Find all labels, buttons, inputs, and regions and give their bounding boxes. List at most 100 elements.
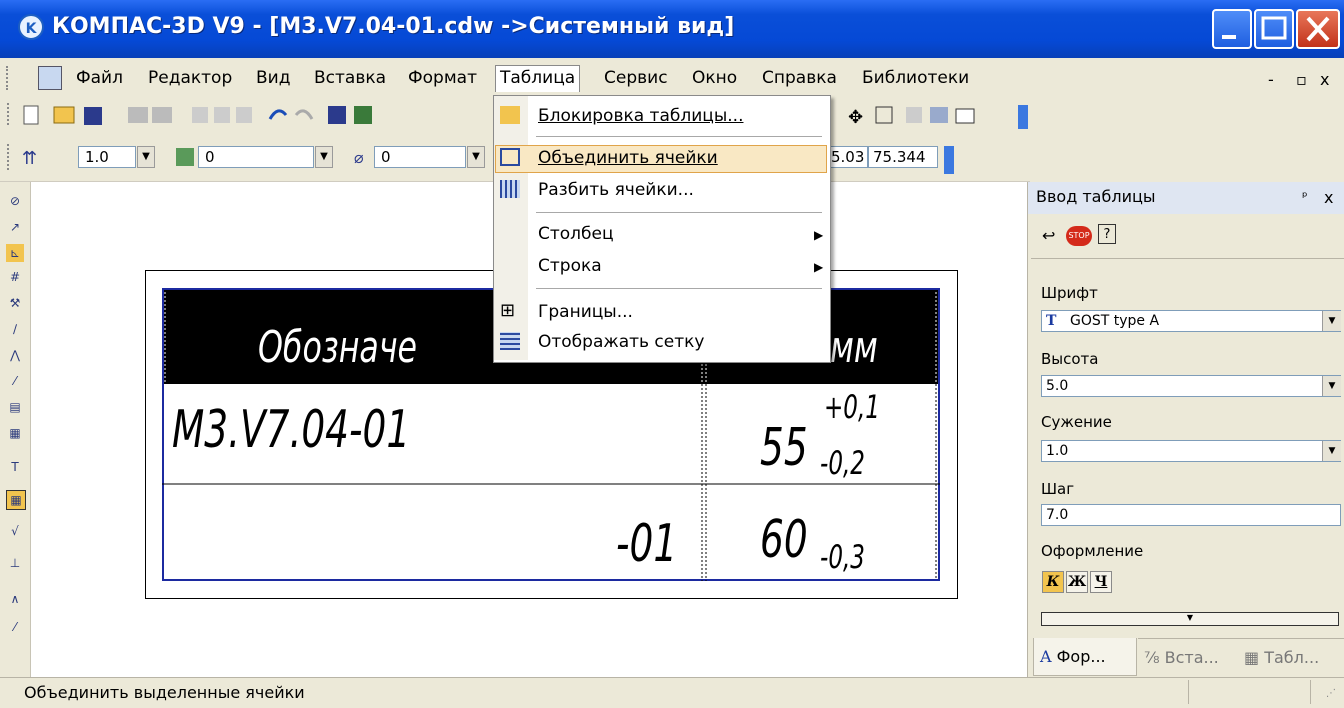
edit-tool-icon[interactable]: #: [6, 268, 24, 286]
menu-window[interactable]: Окно: [688, 66, 741, 90]
line-style-dropdown[interactable]: ▼: [137, 146, 155, 168]
step-field[interactable]: 7.0: [1041, 504, 1341, 526]
resize-grip-icon[interactable]: ⋰: [1326, 688, 1336, 699]
text-tool-icon[interactable]: T: [6, 458, 24, 476]
cell-size-base-1[interactable]: 55: [760, 418, 808, 478]
panel-expander[interactable]: ▼: [1041, 612, 1339, 626]
narrowing-field[interactable]: 1.0: [1041, 440, 1341, 462]
stop-icon[interactable]: STOP: [1066, 226, 1092, 246]
layer-combo[interactable]: 0: [198, 146, 314, 168]
menu-item-row[interactable]: Строка: [538, 254, 602, 278]
height-label: Высота: [1041, 350, 1099, 368]
narrowing-label: Сужение: [1041, 413, 1112, 431]
panel-divider: [1031, 258, 1344, 259]
layer-dropdown[interactable]: ▼: [315, 146, 333, 168]
close-button[interactable]: [1296, 9, 1340, 49]
tab-table[interactable]: ▦ Табл...: [1238, 638, 1344, 676]
menu-item-lock-table[interactable]: Блокировка таблицы...: [538, 104, 743, 128]
menu-file[interactable]: Файл: [72, 66, 127, 90]
tab-insert[interactable]: ⅞ Вста...: [1138, 638, 1238, 676]
menu-table[interactable]: Таблица: [495, 65, 581, 92]
menu-item-show-grid[interactable]: Отображать сетку: [538, 330, 704, 354]
table-tab-icon: ▦: [1244, 648, 1260, 667]
tab-insert-label: Вста...: [1164, 648, 1219, 667]
table-lock-icon: [500, 106, 520, 124]
position-tool-icon[interactable]: ⊥: [6, 554, 24, 572]
coord-x-field[interactable]: 5.03: [828, 146, 868, 168]
cell-size-lower-tol-2: -0,3: [820, 538, 865, 576]
roughness-tool-icon[interactable]: √: [6, 522, 24, 540]
menu-view[interactable]: Вид: [252, 66, 294, 90]
menu-edit[interactable]: Редактор: [144, 66, 236, 90]
cell-size-base-2[interactable]: 60: [760, 510, 808, 570]
bold-button[interactable]: Ж: [1066, 571, 1088, 593]
underline-button[interactable]: Ч: [1090, 571, 1112, 593]
select-tool-icon[interactable]: ⋀: [6, 346, 24, 364]
dimensions-tool-icon[interactable]: ↗: [6, 218, 24, 236]
geometry-tool-icon[interactable]: ⊘: [6, 192, 24, 210]
menu-help[interactable]: Справка: [758, 66, 841, 90]
doc-minimize-button[interactable]: -: [1268, 70, 1274, 89]
status-divider: [1310, 680, 1311, 704]
measure-tool-icon[interactable]: ∕: [6, 320, 24, 338]
doc-restore-button[interactable]: ▫: [1296, 70, 1307, 89]
svg-text:✥: ✥: [848, 107, 863, 128]
parametrize-tool-icon[interactable]: ⚒: [6, 294, 24, 312]
font-dropdown[interactable]: ▼: [1322, 311, 1341, 331]
menu-libraries[interactable]: Библиотеки: [858, 66, 973, 90]
toolbar-grip[interactable]: [6, 66, 12, 90]
symbols-tool-icon[interactable]: ⊾: [6, 244, 24, 262]
pin-icon[interactable]: ᵖ: [1302, 190, 1308, 205]
cell-size-lower-tol: -0,2: [820, 444, 865, 482]
tab-format-label: Фор...: [1056, 647, 1106, 666]
cell-designation[interactable]: M3.V7.04-01: [172, 400, 410, 460]
help-icon[interactable]: ?: [1098, 224, 1116, 244]
tab-format[interactable]: A Фор...: [1033, 638, 1137, 676]
enter-icon[interactable]: ↩: [1042, 226, 1055, 245]
hatch-dropdown[interactable]: ▼: [467, 146, 485, 168]
menu-format[interactable]: Формат: [404, 66, 481, 90]
height-field[interactable]: 5.0: [1041, 375, 1341, 397]
table-tool-icon[interactable]: ▦: [6, 490, 26, 510]
submenu-arrow-icon: ▶: [814, 228, 824, 242]
doc-close-button[interactable]: x: [1320, 70, 1329, 89]
menu-item-merge-cells[interactable]: Объединить ячейки: [538, 146, 718, 170]
maximize-button[interactable]: [1254, 9, 1294, 49]
font-field[interactable]: GOST type A: [1041, 310, 1341, 332]
truetype-icon: T: [1046, 313, 1057, 329]
document-icon[interactable]: [38, 66, 62, 90]
minimize-button[interactable]: [1212, 9, 1252, 49]
base-tool-icon[interactable]: ∧: [6, 590, 24, 608]
kompas-logo-icon[interactable]: K: [18, 14, 44, 40]
menu-item-column[interactable]: Столбец: [538, 222, 614, 246]
menu-item-split-cells[interactable]: Разбить ячейки...: [538, 178, 694, 202]
coord-y-field[interactable]: 75.344: [868, 146, 938, 168]
leader-tool-icon[interactable]: ⁄: [6, 618, 24, 636]
status-divider: [1188, 680, 1189, 704]
height-dropdown[interactable]: ▼: [1322, 376, 1341, 396]
toolbar-overflow[interactable]: [944, 146, 954, 174]
insert-tool-icon[interactable]: ▦: [6, 424, 24, 442]
header-mm-text: мм: [830, 322, 878, 373]
reports-tool-icon[interactable]: ▤: [6, 398, 24, 416]
panel-close-button[interactable]: x: [1324, 188, 1333, 207]
menu-insert[interactable]: Вставка: [310, 66, 390, 90]
menu-separator: [536, 136, 822, 137]
layer-icon: [176, 148, 194, 166]
header-designation-text: Обозначе: [258, 322, 418, 373]
italic-button[interactable]: К: [1042, 571, 1064, 593]
spec-tool-icon[interactable]: ⁄: [6, 372, 24, 390]
insert-tab-icon: ⅞: [1144, 648, 1160, 667]
window-title: КОМПАС-3D V9 - [M3.V7.04-01.cdw ->Систем…: [52, 14, 735, 39]
hatch-combo[interactable]: 0: [374, 146, 466, 168]
line-style-combo[interactable]: 1.0: [78, 146, 136, 168]
format-tab-icon: A: [1040, 647, 1052, 666]
tab-table-label: Табл...: [1264, 648, 1320, 667]
menu-service[interactable]: Сервис: [600, 66, 672, 90]
menu-separator: [536, 212, 822, 213]
menu-item-borders[interactable]: Границы...: [538, 300, 633, 324]
hatch-icon: ⌀: [354, 148, 364, 167]
svg-text:⇈: ⇈: [22, 148, 37, 169]
cell-variant[interactable]: -01: [616, 514, 677, 574]
narrowing-dropdown[interactable]: ▼: [1322, 441, 1341, 461]
